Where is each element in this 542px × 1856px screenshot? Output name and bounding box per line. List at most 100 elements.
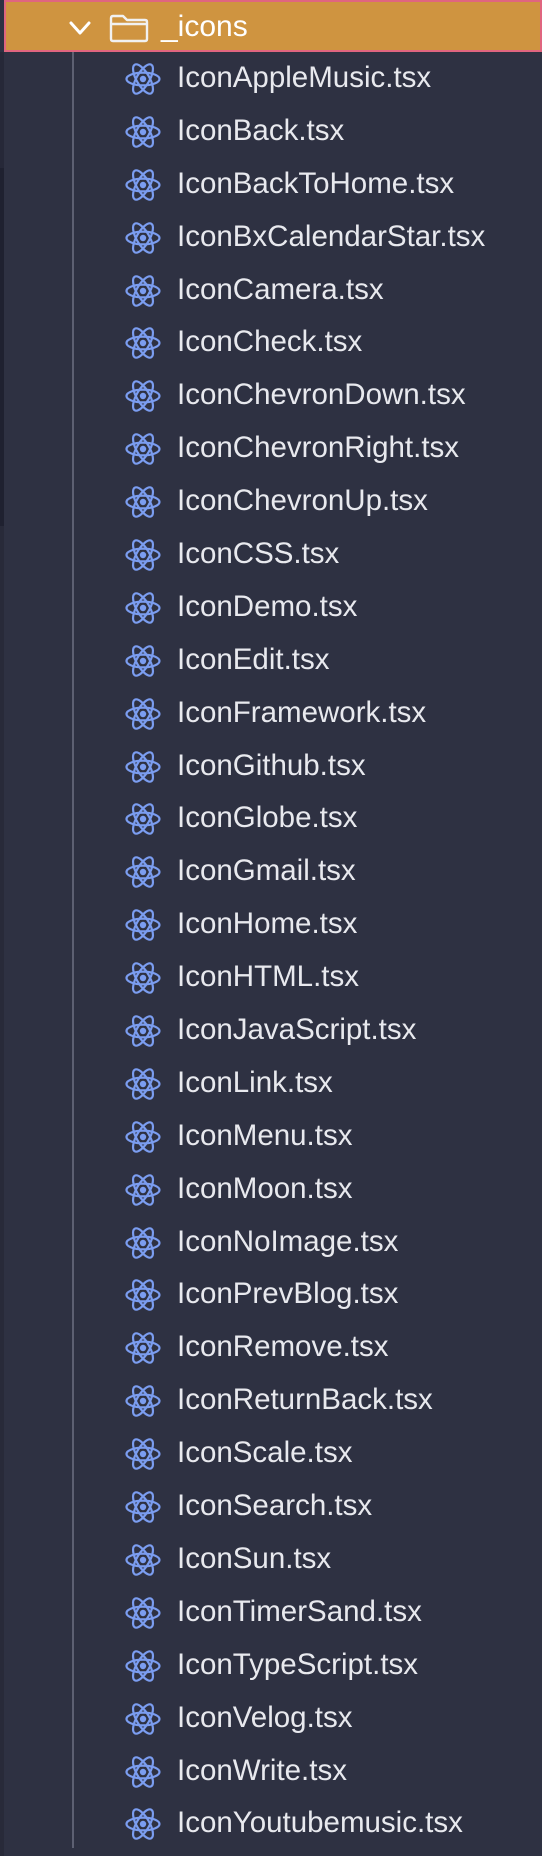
file-name: IconChevronRight.tsx bbox=[177, 431, 460, 465]
file-name: IconMenu.tsx bbox=[177, 1118, 353, 1152]
file-name: IconYoutubemusic.tsx bbox=[177, 1806, 463, 1840]
file-list: IconAppleMusic.tsx IconBack.tsx IconBackTo… bbox=[0, 52, 542, 1850]
file-row[interactable]: IconCSS.tsx bbox=[0, 528, 542, 581]
file-name: IconChevronDown.tsx bbox=[177, 378, 466, 412]
react-icon bbox=[124, 853, 162, 891]
file-row[interactable]: IconLink.tsx bbox=[0, 1057, 542, 1110]
react-icon bbox=[124, 113, 162, 151]
file-name: IconHTML.tsx bbox=[177, 960, 359, 994]
react-icon bbox=[124, 483, 162, 521]
file-row[interactable]: IconChevronDown.tsx bbox=[0, 369, 542, 422]
file-name: IconPrevBlog.tsx bbox=[177, 1277, 399, 1311]
react-icon bbox=[124, 1012, 162, 1050]
file-name: IconCheck.tsx bbox=[177, 325, 363, 359]
file-name: IconScale.tsx bbox=[177, 1436, 353, 1470]
file-row[interactable]: IconFramework.tsx bbox=[0, 687, 542, 740]
file-name: IconSearch.tsx bbox=[177, 1489, 373, 1523]
file-name: IconSun.tsx bbox=[177, 1541, 332, 1575]
react-icon bbox=[124, 272, 162, 310]
file-name: IconReturnBack.tsx bbox=[177, 1383, 433, 1417]
file-name: IconAppleMusic.tsx bbox=[177, 61, 432, 94]
react-icon bbox=[124, 959, 162, 997]
file-name: IconTypeScript.tsx bbox=[177, 1647, 419, 1681]
file-name: IconBack.tsx bbox=[177, 113, 345, 147]
react-icon bbox=[124, 906, 162, 944]
file-row[interactable]: IconGlobe.tsx bbox=[0, 792, 542, 845]
file-row[interactable]: IconBxCalendarStar.tsx bbox=[0, 211, 542, 264]
file-row[interactable]: IconJavaScript.tsx bbox=[0, 1004, 542, 1057]
folder-icon bbox=[108, 13, 150, 43]
file-row[interactable]: IconCheck.tsx bbox=[0, 316, 542, 369]
react-icon bbox=[124, 1224, 162, 1262]
file-row[interactable]: IconTypeScript.tsx bbox=[0, 1639, 542, 1692]
react-icon bbox=[124, 1435, 162, 1473]
file-name: IconCSS.tsx bbox=[177, 537, 340, 571]
react-icon bbox=[124, 60, 162, 98]
file-row[interactable]: IconPrevBlog.tsx bbox=[0, 1268, 542, 1321]
file-row[interactable]: IconSun.tsx bbox=[0, 1533, 542, 1586]
file-name: IconChevronUp.tsx bbox=[177, 484, 428, 518]
react-icon bbox=[124, 695, 162, 733]
react-icon bbox=[124, 166, 162, 204]
file-name: IconMoon.tsx bbox=[177, 1171, 353, 1205]
file-row[interactable]: IconHTML.tsx bbox=[0, 951, 542, 1004]
file-row[interactable]: IconEdit.tsx bbox=[0, 634, 542, 687]
file-row[interactable]: IconChevronUp.tsx bbox=[0, 475, 542, 528]
file-row[interactable]: IconWrite.tsx bbox=[0, 1745, 542, 1798]
file-row[interactable]: IconChevronRight.tsx bbox=[0, 422, 542, 475]
file-row[interactable]: IconMenu.tsx bbox=[0, 1110, 542, 1163]
file-row[interactable]: IconAppleMusic.tsx bbox=[0, 52, 542, 105]
file-row[interactable]: IconDemo.tsx bbox=[0, 581, 542, 634]
file-row[interactable]: IconMoon.tsx bbox=[0, 1163, 542, 1216]
react-icon bbox=[124, 1382, 162, 1420]
react-icon bbox=[124, 377, 162, 415]
react-icon bbox=[124, 1541, 162, 1579]
react-icon bbox=[124, 748, 162, 786]
react-icon bbox=[124, 589, 162, 627]
react-icon bbox=[124, 1329, 162, 1367]
file-name: IconVelog.tsx bbox=[177, 1700, 353, 1734]
file-name: IconJavaScript.tsx bbox=[177, 1013, 417, 1047]
file-name: IconGithub.tsx bbox=[177, 748, 366, 782]
react-icon bbox=[124, 1276, 162, 1314]
folder-row-icons[interactable]: _icons bbox=[4, 0, 542, 52]
react-icon bbox=[124, 219, 162, 257]
react-icon bbox=[124, 1065, 162, 1103]
file-name: IconBackToHome.tsx bbox=[177, 166, 455, 200]
react-icon bbox=[124, 1118, 162, 1156]
file-row[interactable]: IconSearch.tsx bbox=[0, 1480, 542, 1533]
folder-name: _icons bbox=[161, 10, 248, 43]
file-row[interactable]: IconYoutubemusic.tsx bbox=[0, 1797, 542, 1850]
react-icon bbox=[124, 642, 162, 680]
react-icon bbox=[124, 1753, 162, 1791]
file-name: IconWrite.tsx bbox=[177, 1753, 347, 1787]
file-row[interactable]: IconGithub.tsx bbox=[0, 740, 542, 793]
file-row[interactable]: IconCamera.tsx bbox=[0, 264, 542, 317]
file-row[interactable]: IconVelog.tsx bbox=[0, 1692, 542, 1745]
file-row[interactable]: IconGmail.tsx bbox=[0, 845, 542, 898]
react-icon bbox=[124, 1700, 162, 1738]
file-row[interactable]: IconBack.tsx bbox=[0, 105, 542, 158]
file-row[interactable]: IconBackToHome.tsx bbox=[0, 158, 542, 211]
file-row[interactable]: IconRemove.tsx bbox=[0, 1321, 542, 1374]
react-icon bbox=[124, 1171, 162, 1209]
file-name: IconLink.tsx bbox=[177, 1065, 333, 1099]
file-row[interactable]: IconHome.tsx bbox=[0, 898, 542, 951]
react-icon bbox=[124, 324, 162, 362]
file-name: IconCamera.tsx bbox=[177, 272, 384, 306]
react-icon bbox=[124, 536, 162, 574]
chevron-down-icon[interactable] bbox=[68, 16, 92, 40]
file-row[interactable]: IconScale.tsx bbox=[0, 1427, 542, 1480]
react-icon bbox=[124, 1488, 162, 1526]
react-icon bbox=[124, 1647, 162, 1685]
file-name: IconFramework.tsx bbox=[177, 695, 427, 729]
react-icon bbox=[124, 800, 162, 838]
react-icon bbox=[124, 1805, 162, 1843]
file-row[interactable]: IconTimerSand.tsx bbox=[0, 1586, 542, 1639]
file-row[interactable]: IconReturnBack.tsx bbox=[0, 1374, 542, 1427]
file-name: IconTimerSand.tsx bbox=[177, 1594, 422, 1628]
file-explorer-panel: _icons IconAppleMusic.tsx IconBack.tsx Ico… bbox=[0, 0, 542, 1856]
file-name: IconDemo.tsx bbox=[177, 589, 358, 623]
file-name: IconGmail.tsx bbox=[177, 854, 356, 888]
file-row[interactable]: IconNoImage.tsx bbox=[0, 1216, 542, 1269]
